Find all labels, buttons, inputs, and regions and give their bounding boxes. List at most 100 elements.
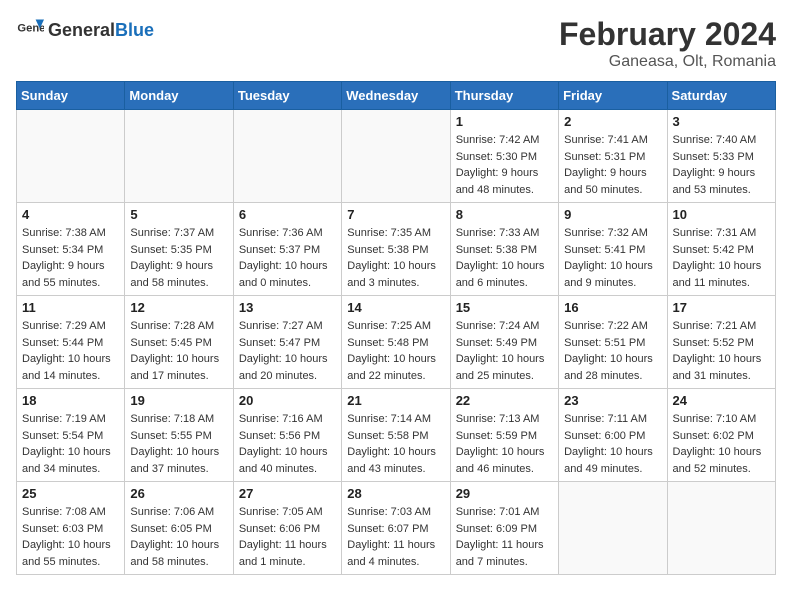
weekday-header: Friday <box>559 82 667 110</box>
day-info: Sunrise: 7:29 AM Sunset: 5:44 PM Dayligh… <box>22 318 119 384</box>
day-number: 9 <box>564 207 661 222</box>
day-number: 25 <box>22 486 119 501</box>
day-info: Sunrise: 7:40 AM Sunset: 5:33 PM Dayligh… <box>673 132 770 198</box>
weekday-header: Monday <box>125 82 233 110</box>
day-number: 7 <box>347 207 444 222</box>
logo-general-text: General <box>48 20 115 41</box>
day-number: 18 <box>22 393 119 408</box>
day-info: Sunrise: 7:08 AM Sunset: 6:03 PM Dayligh… <box>22 504 119 570</box>
day-info: Sunrise: 7:19 AM Sunset: 5:54 PM Dayligh… <box>22 411 119 477</box>
day-number: 5 <box>130 207 227 222</box>
week-row: 1 Sunrise: 7:42 AM Sunset: 5:30 PM Daylig… <box>17 110 776 203</box>
calendar-cell: 13Sunrise: 7:27 AM Sunset: 5:47 PM Dayli… <box>233 296 341 389</box>
calendar-cell: 9 Sunrise: 7:32 AM Sunset: 5:41 PM Daylig… <box>559 203 667 296</box>
calendar-cell: 20Sunrise: 7:16 AM Sunset: 5:56 PM Dayli… <box>233 389 341 482</box>
day-info: Sunrise: 7:25 AM Sunset: 5:48 PM Dayligh… <box>347 318 444 384</box>
weekday-header: Tuesday <box>233 82 341 110</box>
calendar-cell: 15Sunrise: 7:24 AM Sunset: 5:49 PM Dayli… <box>450 296 558 389</box>
day-info: Sunrise: 7:11 AM Sunset: 6:00 PM Dayligh… <box>564 411 661 477</box>
calendar-cell: 22 Sunrise: 7:13 AM Sunset: 5:59 PM Dayli… <box>450 389 558 482</box>
calendar-cell: 27 Sunrise: 7:05 AM Sunset: 6:06 PM Dayli… <box>233 482 341 575</box>
day-number: 17 <box>673 300 770 315</box>
calendar-cell: 21Sunrise: 7:14 AM Sunset: 5:58 PM Dayli… <box>342 389 450 482</box>
calendar-cell <box>17 110 125 203</box>
day-number: 8 <box>456 207 553 222</box>
day-number: 3 <box>673 114 770 129</box>
day-info: Sunrise: 7:28 AM Sunset: 5:45 PM Dayligh… <box>130 318 227 384</box>
day-info: Sunrise: 7:38 AM Sunset: 5:34 PM Dayligh… <box>22 225 119 291</box>
day-info: Sunrise: 7:42 AM Sunset: 5:30 PM Dayligh… <box>456 132 553 198</box>
week-row: 11 Sunrise: 7:29 AM Sunset: 5:44 PM Dayli… <box>17 296 776 389</box>
logo: General General Blue <box>16 16 154 44</box>
calendar-cell: 16Sunrise: 7:22 AM Sunset: 5:51 PM Dayli… <box>559 296 667 389</box>
day-number: 23 <box>564 393 661 408</box>
calendar-cell <box>125 110 233 203</box>
day-info: Sunrise: 7:16 AM Sunset: 5:56 PM Dayligh… <box>239 411 336 477</box>
calendar-cell: 5 Sunrise: 7:37 AM Sunset: 5:35 PM Daylig… <box>125 203 233 296</box>
day-number: 26 <box>130 486 227 501</box>
calendar-header-row: SundayMondayTuesdayWednesdayThursdayFrid… <box>17 82 776 110</box>
day-number: 16 <box>564 300 661 315</box>
day-info: Sunrise: 7:36 AM Sunset: 5:37 PM Dayligh… <box>239 225 336 291</box>
day-info: Sunrise: 7:27 AM Sunset: 5:47 PM Dayligh… <box>239 318 336 384</box>
day-info: Sunrise: 7:31 AM Sunset: 5:42 PM Dayligh… <box>673 225 770 291</box>
day-number: 22 <box>456 393 553 408</box>
day-info: Sunrise: 7:05 AM Sunset: 6:06 PM Dayligh… <box>239 504 336 570</box>
calendar-cell: 24Sunrise: 7:10 AM Sunset: 6:02 PM Dayli… <box>667 389 775 482</box>
page-subtitle: Ganeasa, Olt, Romania <box>559 53 776 71</box>
calendar-cell: 6Sunrise: 7:36 AM Sunset: 5:37 PM Daylig… <box>233 203 341 296</box>
weekday-header: Thursday <box>450 82 558 110</box>
calendar-table: SundayMondayTuesdayWednesdayThursdayFrid… <box>16 81 776 575</box>
day-number: 2 <box>564 114 661 129</box>
calendar-cell: 3 Sunrise: 7:40 AM Sunset: 5:33 PM Daylig… <box>667 110 775 203</box>
calendar-cell <box>233 110 341 203</box>
day-info: Sunrise: 7:06 AM Sunset: 6:05 PM Dayligh… <box>130 504 227 570</box>
calendar-cell: 8 Sunrise: 7:33 AM Sunset: 5:38 PM Daylig… <box>450 203 558 296</box>
calendar-cell: 1 Sunrise: 7:42 AM Sunset: 5:30 PM Daylig… <box>450 110 558 203</box>
calendar-cell: 26 Sunrise: 7:06 AM Sunset: 6:05 PM Dayli… <box>125 482 233 575</box>
calendar-cell: 23 Sunrise: 7:11 AM Sunset: 6:00 PM Dayli… <box>559 389 667 482</box>
calendar-cell: 10 Sunrise: 7:31 AM Sunset: 5:42 PM Dayli… <box>667 203 775 296</box>
day-number: 11 <box>22 300 119 315</box>
day-number: 28 <box>347 486 444 501</box>
calendar-cell: 7 Sunrise: 7:35 AM Sunset: 5:38 PM Daylig… <box>342 203 450 296</box>
week-row: 4 Sunrise: 7:38 AM Sunset: 5:34 PM Daylig… <box>17 203 776 296</box>
day-number: 14 <box>347 300 444 315</box>
day-number: 4 <box>22 207 119 222</box>
day-number: 1 <box>456 114 553 129</box>
day-info: Sunrise: 7:33 AM Sunset: 5:38 PM Dayligh… <box>456 225 553 291</box>
calendar-cell: 2 Sunrise: 7:41 AM Sunset: 5:31 PM Daylig… <box>559 110 667 203</box>
day-info: Sunrise: 7:37 AM Sunset: 5:35 PM Dayligh… <box>130 225 227 291</box>
logo-blue-text: Blue <box>115 20 154 41</box>
calendar-cell: 25 Sunrise: 7:08 AM Sunset: 6:03 PM Dayli… <box>17 482 125 575</box>
calendar-cell: 28 Sunrise: 7:03 AM Sunset: 6:07 PM Dayli… <box>342 482 450 575</box>
calendar-cell: 4 Sunrise: 7:38 AM Sunset: 5:34 PM Daylig… <box>17 203 125 296</box>
title-area: February 2024 Ganeasa, Olt, Romania <box>559 16 776 71</box>
day-number: 24 <box>673 393 770 408</box>
calendar-cell: 18 Sunrise: 7:19 AM Sunset: 5:54 PM Dayli… <box>17 389 125 482</box>
calendar-cell: 11 Sunrise: 7:29 AM Sunset: 5:44 PM Dayli… <box>17 296 125 389</box>
weekday-header: Saturday <box>667 82 775 110</box>
day-info: Sunrise: 7:14 AM Sunset: 5:58 PM Dayligh… <box>347 411 444 477</box>
logo-icon: General <box>16 16 44 44</box>
day-info: Sunrise: 7:21 AM Sunset: 5:52 PM Dayligh… <box>673 318 770 384</box>
calendar-cell <box>667 482 775 575</box>
calendar-cell: 19 Sunrise: 7:18 AM Sunset: 5:55 PM Dayli… <box>125 389 233 482</box>
day-info: Sunrise: 7:18 AM Sunset: 5:55 PM Dayligh… <box>130 411 227 477</box>
day-number: 15 <box>456 300 553 315</box>
day-info: Sunrise: 7:41 AM Sunset: 5:31 PM Dayligh… <box>564 132 661 198</box>
day-number: 12 <box>130 300 227 315</box>
page-header: General General Blue February 2024 Ganea… <box>16 16 776 71</box>
calendar-cell <box>342 110 450 203</box>
day-number: 19 <box>130 393 227 408</box>
day-info: Sunrise: 7:32 AM Sunset: 5:41 PM Dayligh… <box>564 225 661 291</box>
calendar-cell <box>559 482 667 575</box>
weekday-header: Wednesday <box>342 82 450 110</box>
day-number: 27 <box>239 486 336 501</box>
day-number: 10 <box>673 207 770 222</box>
day-info: Sunrise: 7:01 AM Sunset: 6:09 PM Dayligh… <box>456 504 553 570</box>
day-info: Sunrise: 7:13 AM Sunset: 5:59 PM Dayligh… <box>456 411 553 477</box>
weekday-header: Sunday <box>17 82 125 110</box>
day-info: Sunrise: 7:03 AM Sunset: 6:07 PM Dayligh… <box>347 504 444 570</box>
day-info: Sunrise: 7:35 AM Sunset: 5:38 PM Dayligh… <box>347 225 444 291</box>
